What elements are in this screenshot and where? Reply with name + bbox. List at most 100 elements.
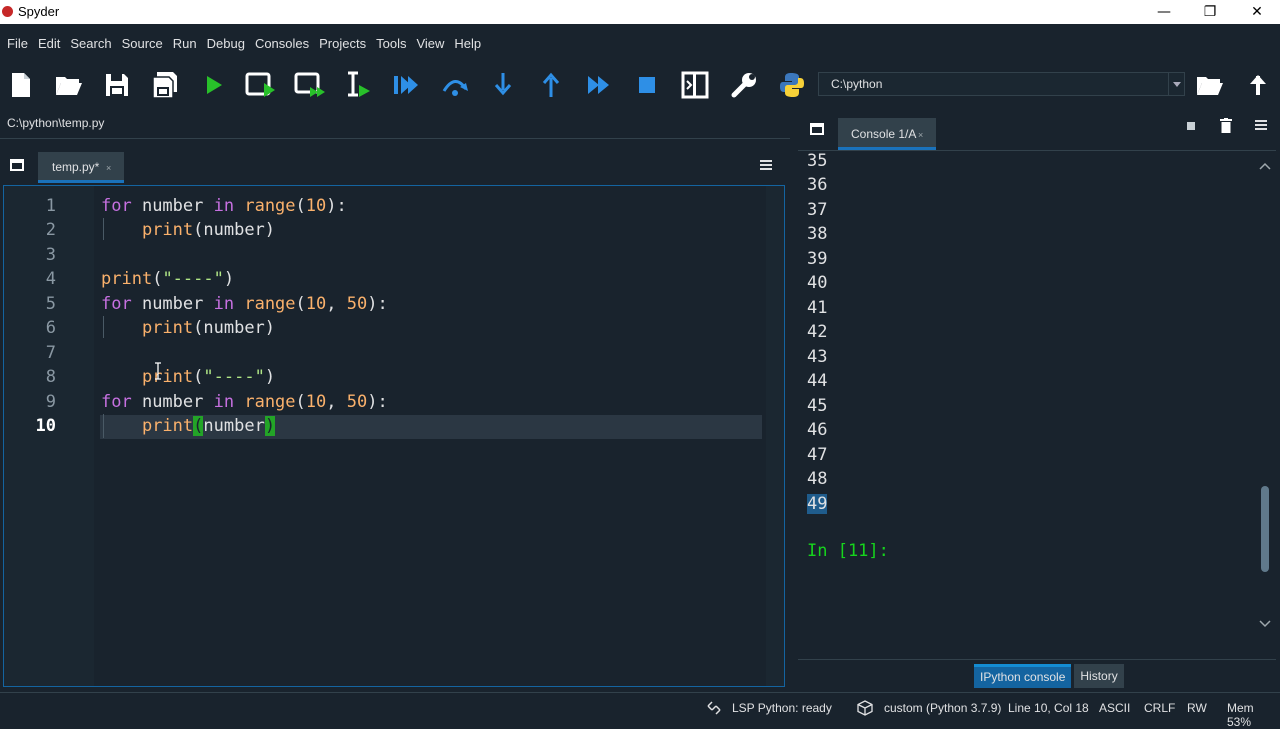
working-directory-combobox[interactable]: C:\python bbox=[818, 72, 1185, 96]
output-line: 38 bbox=[807, 224, 828, 244]
preferences-wrench-icon[interactable] bbox=[727, 68, 761, 102]
editor-pane: C:\python\temp.py temp.py* × 1 2 3 4 5 6… bbox=[0, 108, 790, 692]
save-icon[interactable] bbox=[100, 68, 134, 102]
code-line: for number in range(10): bbox=[101, 196, 347, 216]
lsp-status-icon bbox=[706, 700, 722, 720]
environment-cube-icon bbox=[857, 700, 873, 720]
menu-help[interactable]: Help bbox=[454, 36, 481, 51]
divider bbox=[0, 138, 790, 139]
console-bottom-tabs: IPython console History bbox=[974, 664, 1127, 688]
editor-scrollbar[interactable] bbox=[766, 186, 784, 686]
chevron-down-icon[interactable] bbox=[1168, 73, 1184, 95]
menu-consoles[interactable]: Consoles bbox=[255, 36, 309, 51]
console-options-menu-icon[interactable] bbox=[1255, 120, 1267, 130]
line-number: 5 bbox=[45, 294, 56, 314]
editor-tab-bar: temp.py* × bbox=[0, 148, 790, 184]
status-bar: LSP Python: ready custom (Python 3.7.9) … bbox=[0, 692, 1280, 729]
run-cell-icon[interactable] bbox=[244, 68, 278, 102]
code-line: print("----") bbox=[141, 367, 276, 387]
current-line-number: 10 bbox=[35, 416, 56, 436]
step-return-icon[interactable] bbox=[534, 68, 568, 102]
line-number: 4 bbox=[45, 269, 56, 289]
open-folder-icon[interactable] bbox=[52, 68, 86, 102]
console-browse-tabs-icon[interactable] bbox=[810, 120, 824, 139]
line-number: 1 bbox=[45, 196, 56, 216]
code-line: print(number) bbox=[141, 220, 276, 240]
close-tab-icon[interactable]: × bbox=[918, 130, 923, 140]
line-number: 3 bbox=[45, 245, 56, 265]
stop-kernel-icon[interactable] bbox=[1187, 122, 1195, 130]
tab-console-1a[interactable]: Console 1/A × bbox=[838, 118, 936, 150]
menu-debug[interactable]: Debug bbox=[207, 36, 245, 51]
lsp-status: LSP Python: ready bbox=[732, 701, 832, 715]
code-editor[interactable]: 1 2 3 4 5 6 7 8 9 10 for number in range… bbox=[3, 185, 785, 687]
stop-icon[interactable] bbox=[630, 68, 664, 102]
output-line: 40 bbox=[807, 273, 828, 293]
line-number: 8 bbox=[45, 367, 56, 387]
working-directory-value: C:\python bbox=[831, 77, 883, 91]
step-over-icon[interactable] bbox=[438, 68, 472, 102]
maximize-pane-icon[interactable] bbox=[678, 68, 712, 102]
close-tab-icon[interactable]: × bbox=[106, 163, 111, 173]
line-number: 6 bbox=[45, 318, 56, 338]
step-into-icon[interactable] bbox=[486, 68, 520, 102]
menu-search[interactable]: Search bbox=[70, 36, 111, 51]
scrollbar-thumb[interactable] bbox=[1261, 486, 1269, 572]
line-number-gutter: 1 2 3 4 5 6 7 8 9 10 bbox=[4, 186, 94, 686]
console-output[interactable]: 35 36 37 38 39 40 41 42 43 44 45 46 47 4… bbox=[798, 150, 1276, 660]
close-button[interactable]: ✕ bbox=[1234, 0, 1280, 24]
window-title: Spyder bbox=[18, 4, 60, 19]
code-line: print(number) bbox=[141, 416, 276, 436]
output-line: 43 bbox=[807, 347, 828, 367]
editor-file-path: C:\python\temp.py bbox=[7, 116, 105, 130]
output-line: 39 bbox=[807, 249, 828, 269]
output-line: 44 bbox=[807, 371, 828, 391]
output-line: 36 bbox=[807, 175, 828, 195]
file-browse-tabs-icon[interactable] bbox=[10, 156, 24, 175]
output-line: 46 bbox=[807, 420, 828, 440]
menu-projects[interactable]: Projects bbox=[319, 36, 366, 51]
code-line: print(number) bbox=[141, 318, 276, 338]
maximize-button[interactable]: ❐ bbox=[1187, 0, 1233, 24]
console-pane: Console 1/A × 35 36 37 38 39 40 41 42 43… bbox=[796, 108, 1280, 692]
run-selection-icon[interactable] bbox=[341, 68, 375, 102]
code-line: for number in range(10, 50): bbox=[101, 294, 388, 314]
parent-directory-icon[interactable] bbox=[1241, 68, 1275, 102]
console-scrollbar[interactable] bbox=[1258, 161, 1272, 641]
menu-run[interactable]: Run bbox=[173, 36, 197, 51]
memory-usage: Mem 53% bbox=[1227, 701, 1254, 729]
run-cell-advance-icon[interactable] bbox=[293, 68, 327, 102]
code-line: print("----") bbox=[101, 269, 235, 289]
python-path-icon[interactable] bbox=[775, 68, 809, 102]
menu-edit[interactable]: Edit bbox=[38, 36, 60, 51]
output-line: 48 bbox=[807, 469, 828, 489]
tab-history[interactable]: History bbox=[1074, 664, 1124, 688]
output-line: 45 bbox=[807, 396, 828, 416]
output-line: 42 bbox=[807, 322, 828, 342]
menu-source[interactable]: Source bbox=[122, 36, 163, 51]
continue-icon[interactable] bbox=[582, 68, 616, 102]
tab-temp-py[interactable]: temp.py* × bbox=[38, 152, 124, 183]
new-file-icon[interactable] bbox=[4, 68, 38, 102]
menu-view[interactable]: View bbox=[416, 36, 444, 51]
debug-icon[interactable] bbox=[389, 68, 423, 102]
browse-folder-icon[interactable] bbox=[1193, 68, 1227, 102]
tab-ipython-console[interactable]: IPython console bbox=[974, 664, 1072, 688]
console-tab-label: Console 1/A bbox=[851, 127, 917, 141]
menu-bar: File Edit Search Source Run Debug Consol… bbox=[0, 24, 1280, 62]
line-number: 2 bbox=[45, 220, 56, 240]
title-bar: Spyder — ❐ ✕ bbox=[0, 0, 1280, 24]
save-all-icon[interactable] bbox=[148, 68, 182, 102]
python-environment[interactable]: custom (Python 3.7.9) bbox=[884, 701, 1001, 715]
menu-tools[interactable]: Tools bbox=[376, 36, 406, 51]
run-icon[interactable] bbox=[197, 68, 231, 102]
file-encoding: ASCII bbox=[1099, 701, 1131, 715]
output-line: 35 bbox=[807, 151, 828, 171]
minimize-button[interactable]: — bbox=[1141, 0, 1187, 24]
menu-file[interactable]: File bbox=[7, 36, 28, 51]
console-prompt: In [11]: bbox=[807, 541, 889, 561]
editor-options-menu-icon[interactable] bbox=[760, 160, 772, 170]
trash-icon[interactable] bbox=[1220, 118, 1232, 137]
cursor-position: Line 10, Col 18 bbox=[1008, 701, 1089, 715]
file-permissions: RW bbox=[1187, 701, 1207, 715]
